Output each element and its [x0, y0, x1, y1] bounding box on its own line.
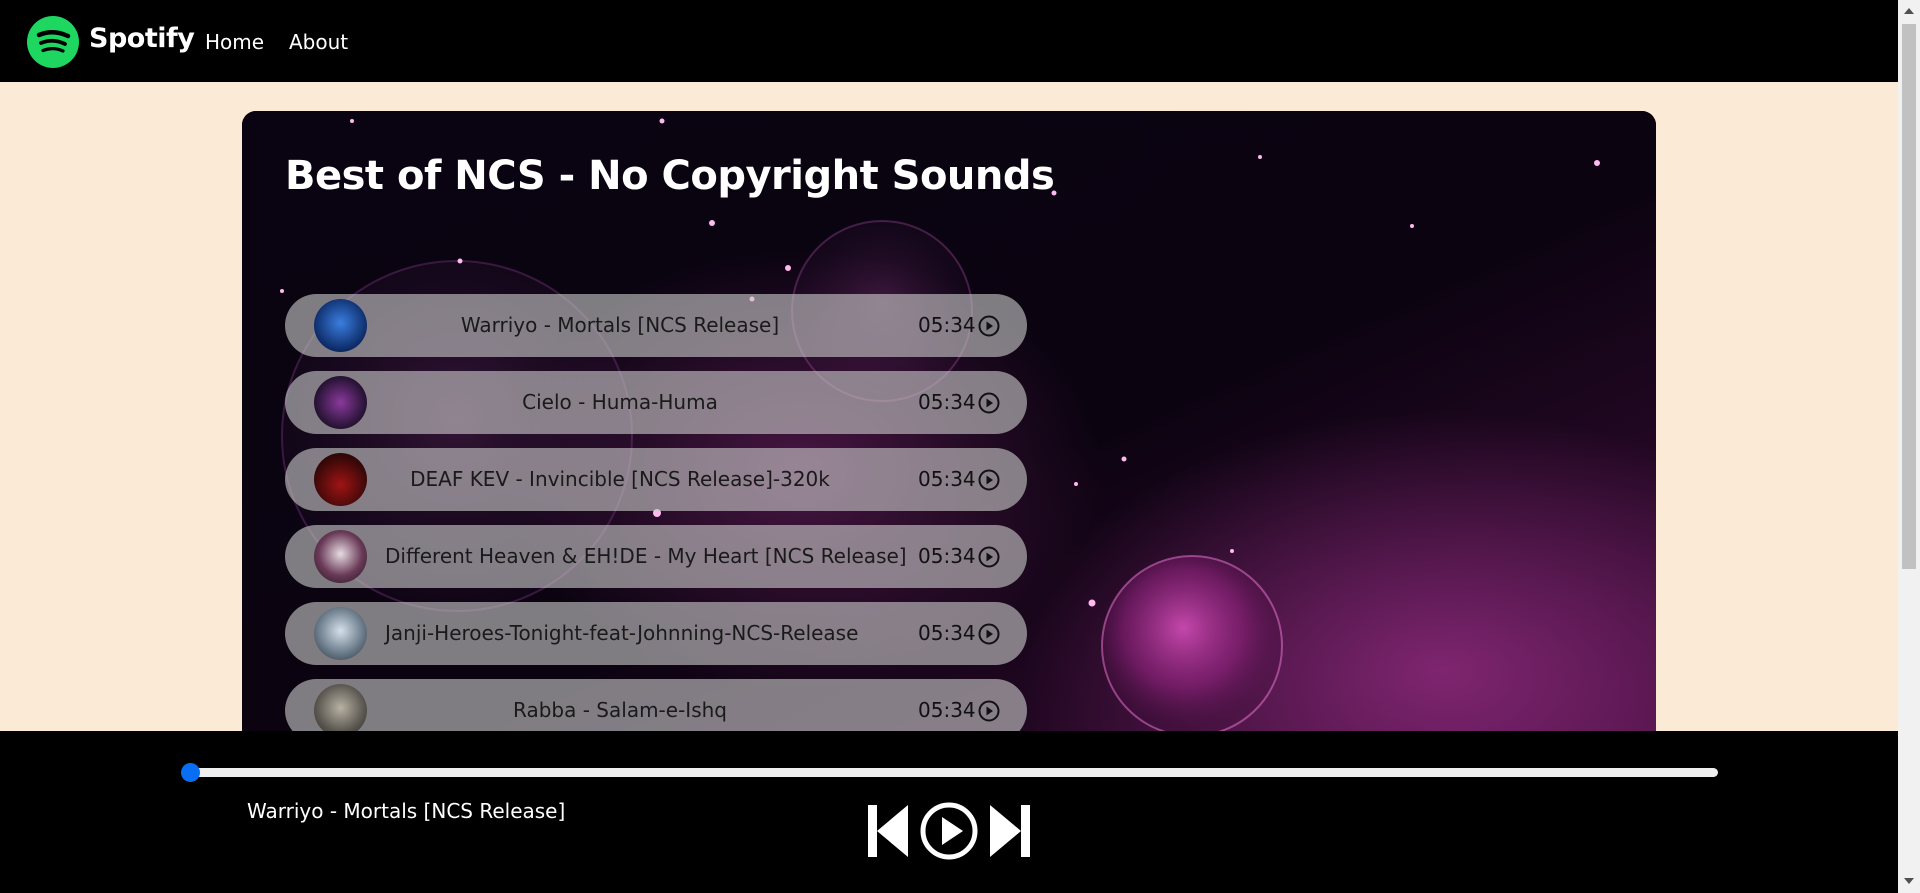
- song-duration: 05:34: [918, 467, 976, 491]
- play-circle-icon[interactable]: [919, 801, 979, 861]
- now-playing-title: Warriyo - Mortals [NCS Release]: [247, 799, 566, 823]
- brand-name[interactable]: Spotify: [89, 23, 195, 54]
- song-item[interactable]: DEAF KEV - Invincible [NCS Release]-320k…: [285, 448, 1027, 511]
- song-duration: 05:34: [918, 390, 976, 414]
- song-cover: [314, 376, 367, 429]
- scroll-thumb[interactable]: [1902, 24, 1916, 569]
- page-title: Best of NCS - No Copyright Sounds: [285, 153, 1055, 199]
- skip-previous-icon[interactable]: [867, 803, 909, 859]
- nav-about-link[interactable]: About: [289, 30, 348, 54]
- song-cover: [314, 684, 367, 737]
- song-cover: [314, 530, 367, 583]
- player-bar: Warriyo - Mortals [NCS Release]: [0, 731, 1898, 893]
- song-item[interactable]: Different Heaven & EH!DE - My Heart [NCS…: [285, 525, 1027, 588]
- scroll-up-arrow-icon[interactable]: [1904, 8, 1914, 14]
- song-duration: 05:34: [918, 544, 976, 568]
- progress-thumb[interactable]: [181, 763, 200, 782]
- song-duration: 05:34: [918, 621, 976, 645]
- song-item[interactable]: Janji-Heroes-Tonight-feat-Johnning-NCS-R…: [285, 602, 1027, 665]
- scroll-down-arrow-icon[interactable]: [1904, 878, 1914, 884]
- skip-next-icon[interactable]: [989, 803, 1031, 859]
- play-circle-icon[interactable]: [978, 315, 1000, 337]
- song-duration: 05:34: [918, 313, 976, 337]
- play-circle-icon[interactable]: [978, 392, 1000, 414]
- play-circle-icon[interactable]: [978, 469, 1000, 491]
- song-cover: [314, 607, 367, 660]
- song-item[interactable]: Warriyo - Mortals [NCS Release] 05:34: [285, 294, 1027, 357]
- song-name: DEAF KEV - Invincible [NCS Release]-320k: [410, 467, 830, 491]
- navbar: Spotify Home About: [0, 0, 1898, 82]
- song-cover: [314, 299, 367, 352]
- song-name: Cielo - Huma-Huma: [522, 390, 718, 414]
- play-circle-icon[interactable]: [978, 546, 1000, 568]
- spotify-logo-icon[interactable]: [27, 16, 79, 68]
- page-scrollbar[interactable]: [1898, 0, 1920, 893]
- song-item[interactable]: Cielo - Huma-Huma 05:34: [285, 371, 1027, 434]
- play-circle-icon[interactable]: [978, 700, 1000, 722]
- viewport: Spotify Home About Best of NCS - No Copy…: [0, 0, 1898, 893]
- playlist-container: Best of NCS - No Copyright Sounds Warriy…: [242, 111, 1656, 751]
- song-cover: [314, 453, 367, 506]
- song-name: Warriyo - Mortals [NCS Release]: [460, 313, 780, 337]
- progress-slider[interactable]: [181, 763, 1718, 782]
- song-duration: 05:34: [918, 698, 976, 722]
- play-circle-icon[interactable]: [978, 623, 1000, 645]
- song-name: Rabba - Salam-e-Ishq: [513, 698, 727, 722]
- song-name: Janji-Heroes-Tonight-feat-Johnning-NCS-R…: [385, 621, 859, 645]
- song-name: Different Heaven & EH!DE - My Heart [NCS…: [385, 544, 907, 568]
- nav-home-link[interactable]: Home: [205, 30, 264, 54]
